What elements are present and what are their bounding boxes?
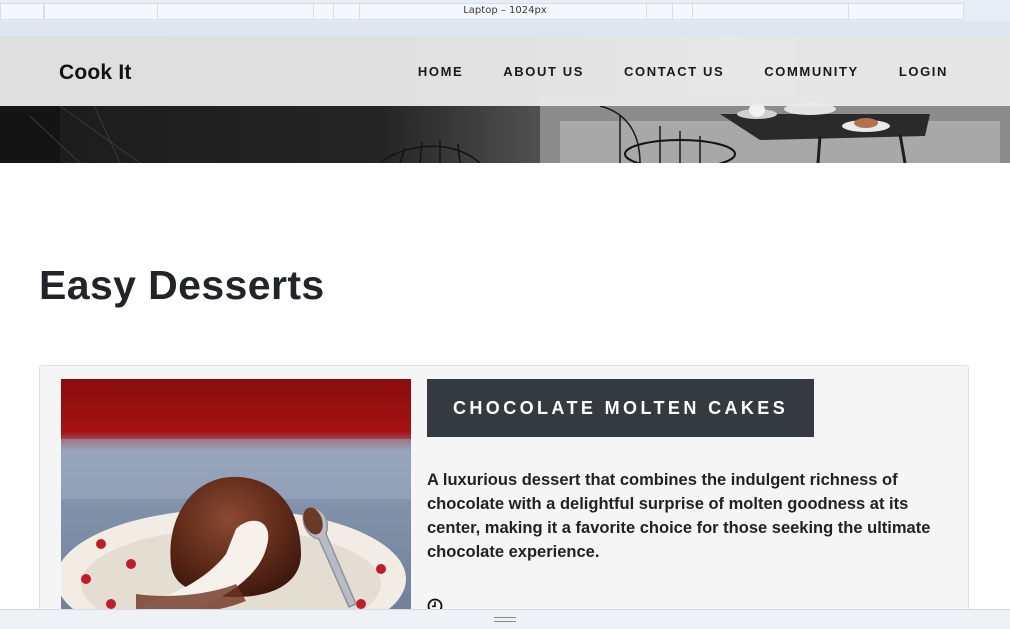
ruler-strip [0, 21, 1010, 36]
page-title: Easy Desserts [39, 262, 325, 308]
brand-logo[interactable]: Cook It [59, 61, 132, 85]
nav-home[interactable]: HOME [418, 64, 463, 79]
recipe-description: A luxurious dessert that combines the in… [427, 471, 931, 561]
resize-bar [0, 609, 1010, 629]
viewport-label: Laptop – 1024px [463, 5, 547, 16]
device-ruler: Laptop – 1024px [0, 0, 1010, 36]
recipe-image[interactable] [61, 379, 411, 619]
recipe-card[interactable]: CHOCOLATE MOLTEN CAKES A luxurious desse… [39, 365, 969, 629]
nav-login[interactable]: LOGIN [899, 64, 948, 79]
resize-handle[interactable] [494, 617, 516, 622]
navbar: Cook It HOME ABOUT US CONTACT US COMMUNI… [0, 36, 1010, 106]
nav-contact-us[interactable]: CONTACT US [624, 64, 724, 79]
nav-community[interactable]: COMMUNITY [764, 64, 859, 79]
recipe-title[interactable]: CHOCOLATE MOLTEN CAKES [427, 379, 815, 437]
main-nav: HOME ABOUT US CONTACT US COMMUNITY LOGIN [418, 64, 948, 79]
nav-about-us[interactable]: ABOUT US [503, 64, 584, 79]
